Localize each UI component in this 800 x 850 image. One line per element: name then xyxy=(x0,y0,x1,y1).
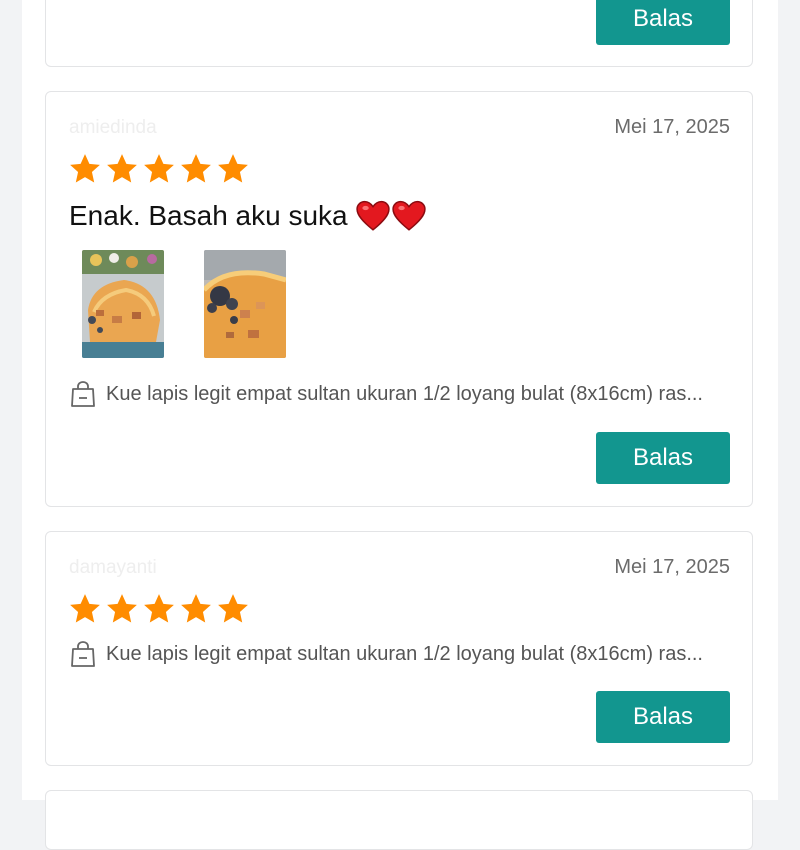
shopping-bag-icon xyxy=(71,641,95,667)
star-icon xyxy=(181,154,211,183)
reply-button[interactable]: Balas xyxy=(596,691,730,743)
review-photo[interactable] xyxy=(82,250,164,358)
reviewer-username: damayanti xyxy=(69,557,157,578)
star-icon xyxy=(218,594,248,623)
product-name: Kue lapis legit empat sultan ukuran 1/2 … xyxy=(106,642,703,665)
star-rating xyxy=(68,152,250,186)
shopping-bag-icon xyxy=(71,381,95,407)
review-photo[interactable] xyxy=(204,250,286,358)
reply-button[interactable]: Balas xyxy=(596,432,730,484)
star-icon xyxy=(144,594,174,623)
emoji-hearts xyxy=(355,200,426,232)
star-icon xyxy=(70,594,100,623)
heart-icon xyxy=(391,200,426,231)
star-icon xyxy=(181,594,211,623)
product-link[interactable]: Kue lapis legit empat sultan ukuran 1/2 … xyxy=(70,640,703,668)
cake-photo-image xyxy=(204,250,286,358)
product-name: Kue lapis legit empat sultan ukuran 1/2 … xyxy=(106,382,703,405)
review-text: Enak. Basah aku suka xyxy=(69,200,426,232)
review-text-content: Enak. Basah aku suka xyxy=(69,200,348,231)
star-rating xyxy=(68,592,250,626)
cake-photo-image xyxy=(82,250,164,358)
review-card: damayanti Mei 17, 2025 Kue lapis legit e… xyxy=(45,531,753,766)
review-card: amiedinda Mei 17, 2025 Enak. Basah aku s… xyxy=(45,91,753,507)
star-icon xyxy=(144,154,174,183)
reply-button[interactable]: Balas xyxy=(596,0,730,45)
star-icon xyxy=(70,154,100,183)
heart-icon xyxy=(355,200,390,231)
reviewer-username: amiedinda xyxy=(69,117,157,138)
review-date: Mei 17, 2025 xyxy=(614,116,730,138)
star-icon xyxy=(107,594,137,623)
star-icon xyxy=(218,154,248,183)
star-icon xyxy=(107,154,137,183)
review-date: Mei 17, 2025 xyxy=(614,556,730,578)
review-card: Balas xyxy=(45,0,753,67)
product-link[interactable]: Kue lapis legit empat sultan ukuran 1/2 … xyxy=(70,380,703,408)
review-card xyxy=(45,790,753,850)
